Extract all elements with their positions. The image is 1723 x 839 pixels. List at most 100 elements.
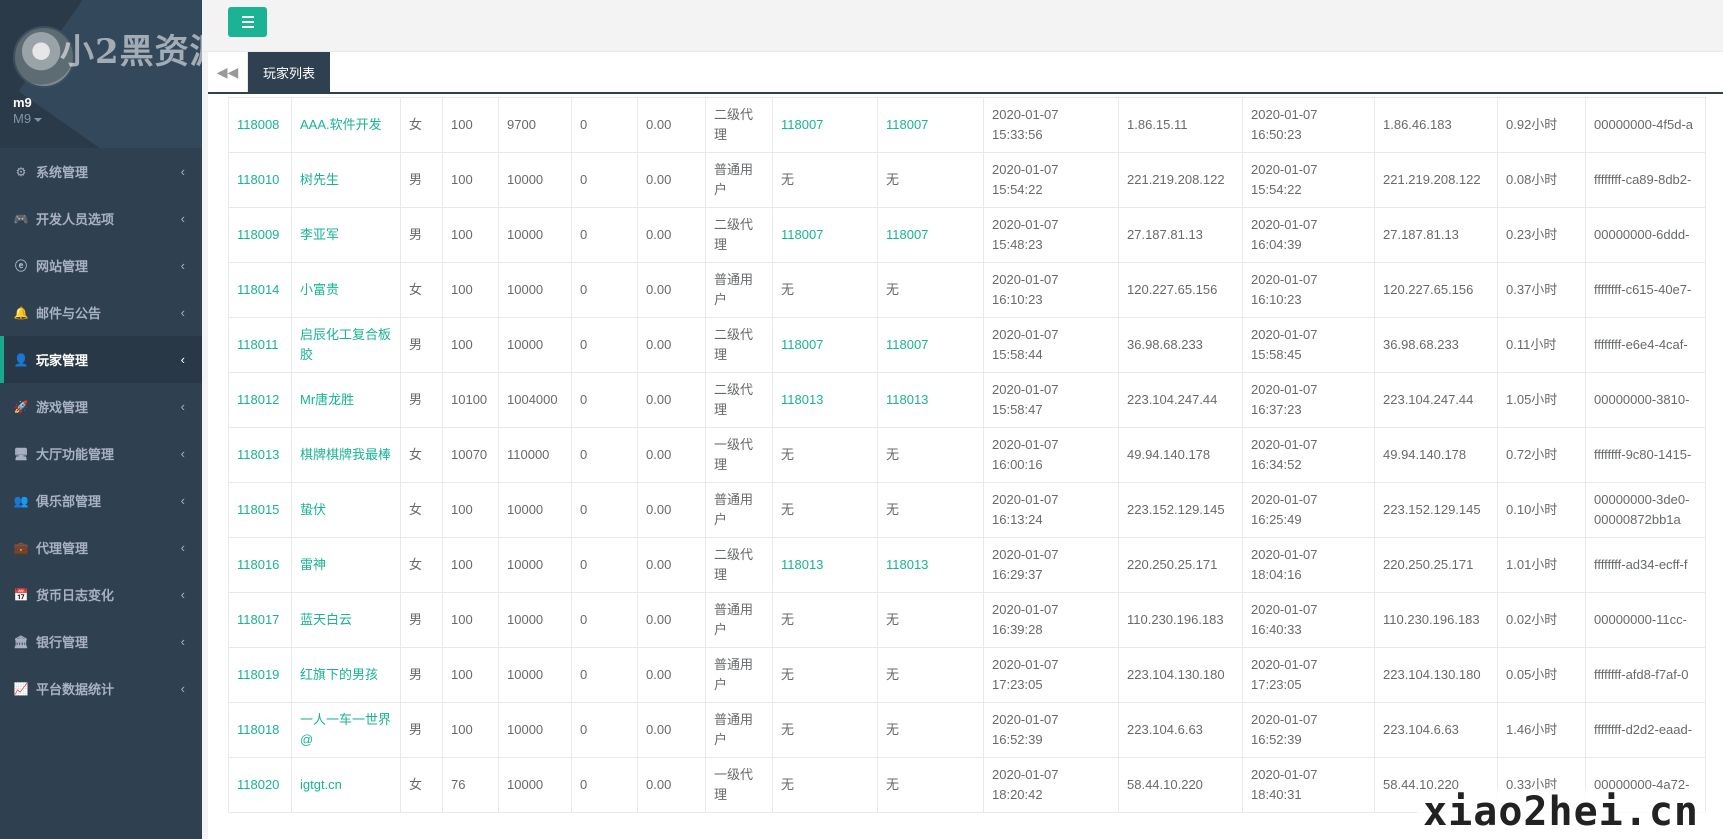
cell-nickname[interactable]: 小富贵 bbox=[291, 262, 401, 318]
sidebar-item-label: 货币日志变化 bbox=[36, 588, 115, 603]
menu-toggle-button[interactable] bbox=[228, 7, 267, 37]
cell-top-agent[interactable]: 118013 bbox=[877, 372, 984, 428]
cell-nickname[interactable]: 蓝天白云 bbox=[291, 592, 401, 648]
sidebar-item-10[interactable]: 🏛 银行管理 ‹ bbox=[0, 618, 202, 665]
cell-parent-agent[interactable]: 118013 bbox=[772, 537, 878, 593]
sidebar-item-2[interactable]: ⓔ 网站管理 ‹ bbox=[0, 242, 202, 289]
cell-nickname[interactable]: 树先生 bbox=[291, 152, 401, 208]
cell-nickname[interactable]: 李亚军 bbox=[291, 207, 401, 263]
tab-player-list[interactable]: 玩家列表 bbox=[248, 52, 331, 92]
cell-last-login-ip: 120.227.65.156 bbox=[1374, 262, 1498, 318]
cell-player-id[interactable]: 118017 bbox=[228, 592, 292, 648]
cell-top-agent[interactable]: 118013 bbox=[877, 537, 984, 593]
cell-last-login-ip: 223.104.6.63 bbox=[1374, 702, 1498, 758]
sidebar-item-8[interactable]: 💼 代理管理 ‹ bbox=[0, 524, 202, 571]
cell-nickname[interactable]: 启辰化工复合板胶 bbox=[291, 317, 401, 373]
cell-gender: 女 bbox=[400, 537, 443, 593]
sidebar-item-5[interactable]: 🚀 游戏管理 ‹ bbox=[0, 383, 202, 430]
cell-level: 100 bbox=[442, 317, 499, 373]
cell-parent-agent[interactable]: 118013 bbox=[772, 372, 878, 428]
table-row: 118015 蛰伏女 100 10000 0 0.00 普通用户无无 2020-01-07 1… bbox=[228, 482, 1706, 538]
top-navbar bbox=[202, 0, 1723, 52]
cell-player-id[interactable]: 118009 bbox=[228, 207, 292, 263]
cell-nickname[interactable]: AAA.软件开发 bbox=[291, 97, 401, 153]
sidebar-item-11[interactable]: 📈 平台数据统计 ‹ bbox=[0, 665, 202, 712]
sidebar-item-0[interactable]: ⚙ 系统管理 ‹ bbox=[0, 148, 202, 195]
cell-top-agent[interactable]: 118007 bbox=[877, 317, 984, 373]
cell-player-id[interactable]: 118016 bbox=[228, 537, 292, 593]
user-icon: 👤 bbox=[13, 352, 29, 367]
cell-nickname[interactable]: Mr唐龙胜 bbox=[291, 372, 401, 428]
cell-online-time: 1.46小时 bbox=[1497, 702, 1586, 758]
cell-player-id[interactable]: 118019 bbox=[228, 647, 292, 703]
cell-nickname[interactable]: 棋牌棋牌我最棒 bbox=[291, 427, 401, 483]
cell-top-agent: 无 bbox=[877, 647, 984, 703]
sidebar-item-3[interactable]: 🔔 邮件与公告 ‹ bbox=[0, 289, 202, 336]
cell-gender: 女 bbox=[400, 97, 443, 153]
sidebar-item-label: 代理管理 bbox=[36, 541, 89, 556]
cell-parent-agent[interactable]: 118007 bbox=[772, 317, 878, 373]
cell-gender: 男 bbox=[400, 317, 443, 373]
sidebar-item-9[interactable]: 📅 货币日志变化 ‹ bbox=[0, 571, 202, 618]
cell-register-time: 2020-01-07 15:58:47 bbox=[983, 372, 1119, 428]
cell-player-id[interactable]: 118018 bbox=[228, 702, 292, 758]
cell-top-agent[interactable]: 118007 bbox=[877, 207, 984, 263]
cell-nickname[interactable]: 红旗下的男孩 bbox=[291, 647, 401, 703]
cell-parent-agent: 无 bbox=[772, 592, 878, 648]
sidebar-item-6[interactable]: 🖥 大厅功能管理 ‹ bbox=[0, 430, 202, 477]
cell-nickname[interactable]: igtgt.cn bbox=[291, 757, 401, 813]
cell-top-agent: 无 bbox=[877, 152, 984, 208]
cell-player-id[interactable]: 118011 bbox=[228, 317, 292, 373]
cell-player-id[interactable]: 118013 bbox=[228, 427, 292, 483]
cell-top-agent: 无 bbox=[877, 262, 984, 318]
cell-register-time: 2020-01-07 18:20:42 bbox=[983, 757, 1119, 813]
cell-coins: 10000 bbox=[498, 592, 572, 648]
cell-user-type: 一级代理 bbox=[705, 757, 773, 813]
cell-player-id[interactable]: 118012 bbox=[228, 372, 292, 428]
sidebar-item-label: 游戏管理 bbox=[36, 400, 89, 415]
table-row: 118018 一人一车一世界@ 男 100 10000 0 0.00 普通用户无无 2020-0… bbox=[228, 702, 1706, 758]
cell-nickname[interactable]: 一人一车一世界@ bbox=[291, 702, 401, 758]
cell-parent-agent[interactable]: 118007 bbox=[772, 207, 878, 263]
cell-player-id[interactable]: 118008 bbox=[228, 97, 292, 153]
cell-amount: 0.00 bbox=[637, 757, 706, 813]
sidebar-item-1[interactable]: 🎮 开发人员选项 ‹ bbox=[0, 195, 202, 242]
cell-bank: 0 bbox=[571, 592, 638, 648]
cell-top-agent[interactable]: 118007 bbox=[877, 97, 984, 153]
cell-online-time: 0.92小时 bbox=[1497, 97, 1586, 153]
cell-player-id[interactable]: 118015 bbox=[228, 482, 292, 538]
cell-last-login-time: 2020-01-07 16:52:39 bbox=[1242, 702, 1375, 758]
cell-nickname[interactable]: 雷神 bbox=[291, 537, 401, 593]
cell-user-type: 二级代理 bbox=[705, 97, 773, 153]
cell-device-id: 00000000-6ddd- bbox=[1585, 207, 1706, 263]
cell-coins: 10000 bbox=[498, 537, 572, 593]
watermark-logo: 小2黑资源 bbox=[60, 32, 202, 72]
player-table: 118008 AAA.软件开发女 100 9700 0 0.00 二级代理 118007 118… bbox=[228, 97, 1706, 813]
cell-parent-agent[interactable]: 118007 bbox=[772, 97, 878, 153]
sidebar-item-7[interactable]: 👥 俱乐部管理 ‹ bbox=[0, 477, 202, 524]
cell-coins: 10000 bbox=[498, 702, 572, 758]
cell-nickname[interactable]: 蛰伏 bbox=[291, 482, 401, 538]
cell-register-ip: 223.152.129.145 bbox=[1118, 482, 1243, 538]
cell-last-login-time: 2020-01-07 16:10:23 bbox=[1242, 262, 1375, 318]
user-role-dropdown[interactable]: M9 bbox=[13, 111, 43, 126]
cell-level: 100 bbox=[442, 702, 499, 758]
cell-level: 100 bbox=[442, 537, 499, 593]
table-row: 118008 AAA.软件开发女 100 9700 0 0.00 二级代理 118007 118… bbox=[228, 97, 1706, 153]
cell-user-type: 普通用户 bbox=[705, 592, 773, 648]
cell-gender: 女 bbox=[400, 757, 443, 813]
table-row: 118011 启辰化工复合板胶男 100 10000 0 0.00 二级代理 118007 11… bbox=[228, 317, 1706, 373]
cell-coins: 10000 bbox=[498, 757, 572, 813]
cell-bank: 0 bbox=[571, 97, 638, 153]
cell-player-id[interactable]: 118010 bbox=[228, 152, 292, 208]
cell-player-id[interactable]: 118014 bbox=[228, 262, 292, 318]
cell-amount: 0.00 bbox=[637, 317, 706, 373]
cell-player-id[interactable]: 118020 bbox=[228, 757, 292, 813]
cell-level: 100 bbox=[442, 97, 499, 153]
cell-register-time: 2020-01-07 16:13:24 bbox=[983, 482, 1119, 538]
backward-icon: ◀◀ bbox=[216, 63, 239, 80]
sidebar-item-4[interactable]: 👤 玩家管理 ‹ bbox=[0, 336, 202, 383]
tab-scroll-left-button[interactable]: ◀◀ bbox=[208, 52, 248, 92]
cell-online-time: 0.37小时 bbox=[1497, 262, 1586, 318]
cell-register-time: 2020-01-07 15:58:44 bbox=[983, 317, 1119, 373]
